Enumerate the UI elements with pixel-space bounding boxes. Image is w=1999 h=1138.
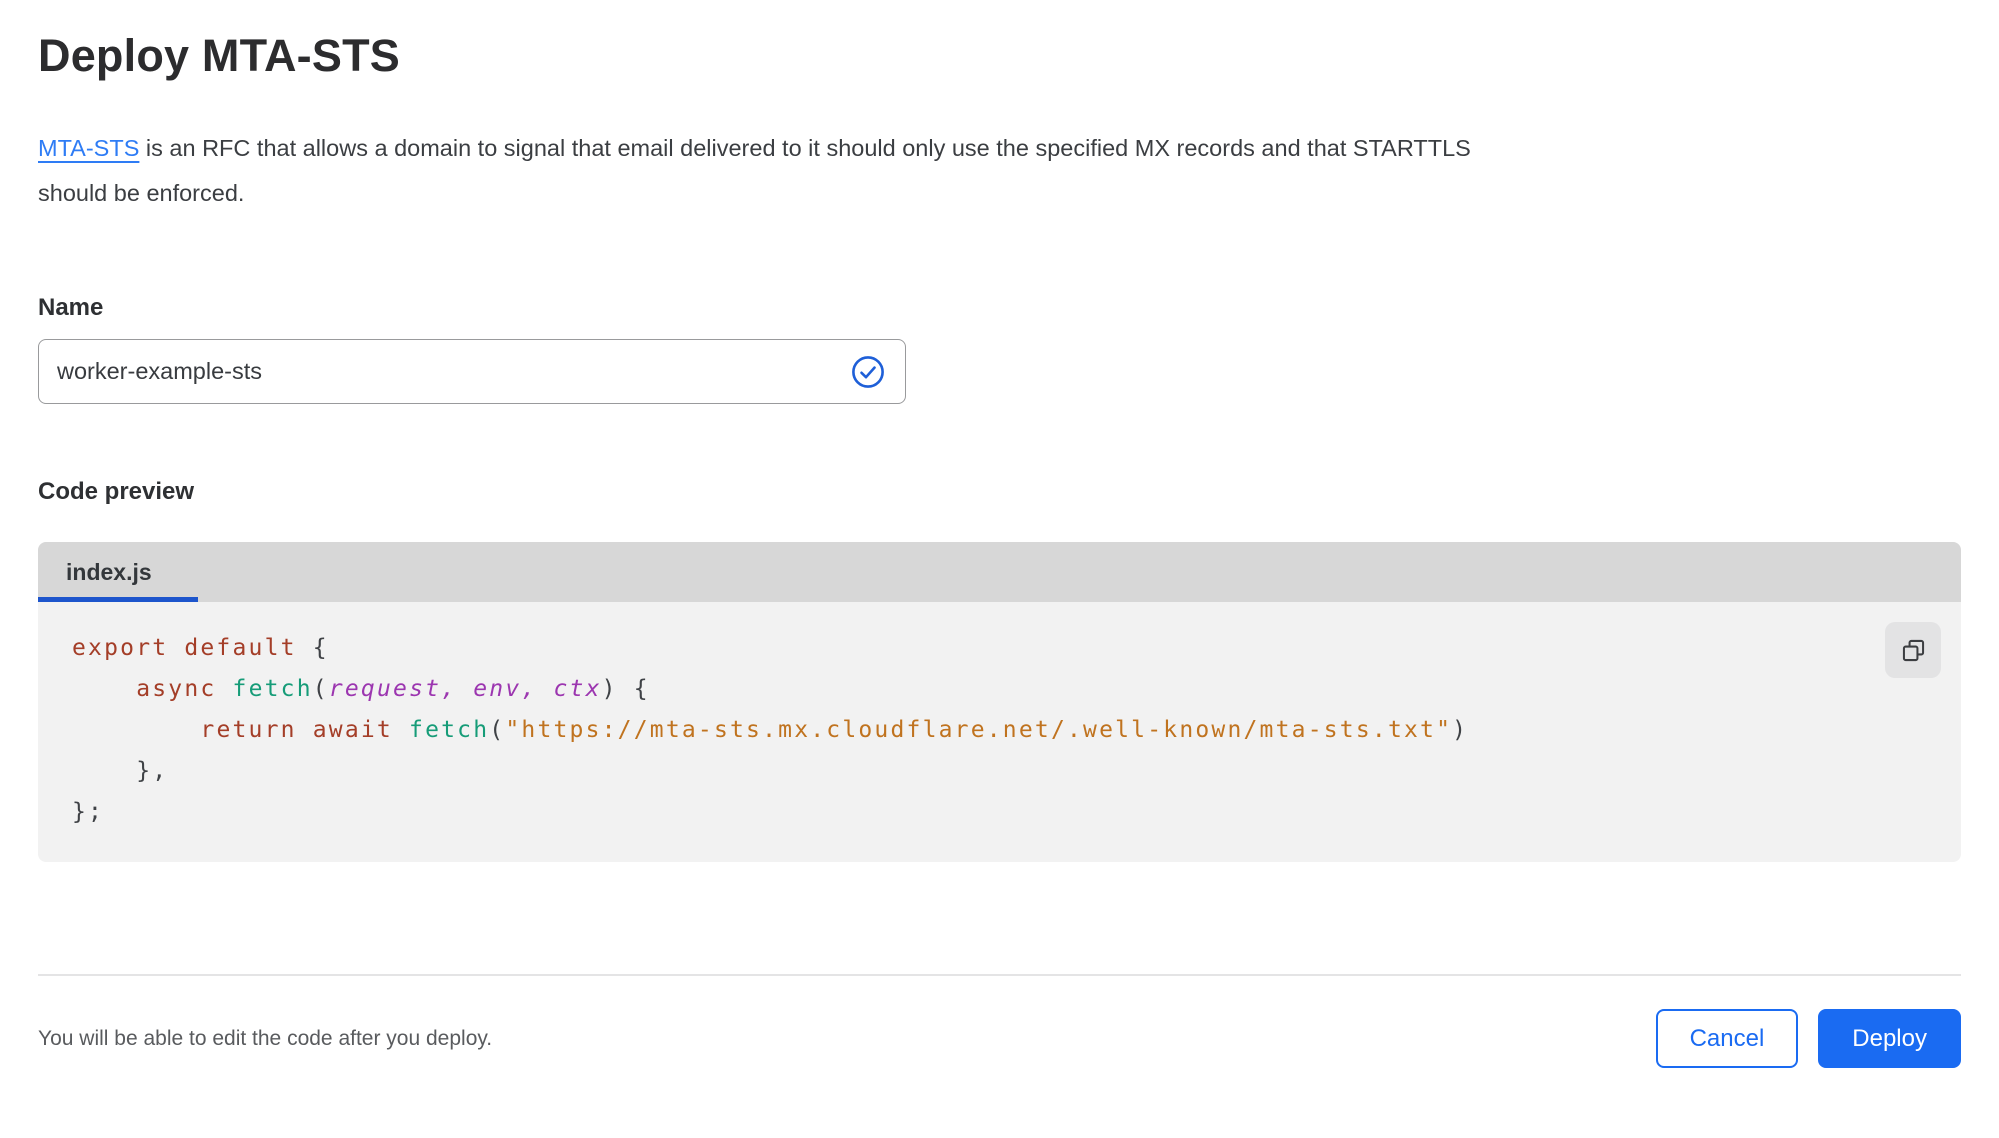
code-lines: export default { async fetch(request, en…	[72, 628, 1881, 833]
deploy-button[interactable]: Deploy	[1818, 1009, 1961, 1068]
description-text-line1: is an RFC that allows a domain to signal…	[139, 135, 1471, 161]
code-preview-panel: index.js export default { async fetch(re…	[38, 542, 1961, 862]
name-input[interactable]	[39, 340, 905, 403]
deploy-mta-sts-page: Deploy MTA-STS MTA-STS is an RFC that al…	[0, 0, 1999, 1138]
code-tab-bar: index.js	[38, 542, 1961, 602]
page-description: MTA-STS is an RFC that allows a domain t…	[38, 126, 1961, 216]
cancel-button[interactable]: Cancel	[1655, 1009, 1799, 1068]
footer-note: You will be able to edit the code after …	[38, 1026, 493, 1050]
mta-sts-link[interactable]: MTA-STS	[38, 135, 139, 161]
code-preview-label: Code preview	[38, 478, 195, 505]
check-circle-icon	[852, 355, 884, 388]
footer: You will be able to edit the code after …	[38, 976, 1961, 1068]
code-line: async fetch(request, env, ctx) {	[136, 676, 650, 702]
code-line: };	[72, 799, 105, 825]
description-text-line2: should be enforced.	[38, 180, 245, 206]
name-input-container	[38, 339, 906, 404]
code-line: export default {	[72, 635, 329, 661]
tab-label: index.js	[66, 558, 152, 585]
code-line: },	[72, 758, 169, 784]
page-title: Deploy MTA-STS	[38, 30, 400, 81]
tab-index-js[interactable]: index.js	[38, 542, 198, 602]
copy-icon	[1902, 639, 1924, 661]
name-label: Name	[38, 294, 104, 321]
footer-actions: Cancel Deploy	[1655, 1009, 1961, 1068]
code-editor: export default { async fetch(request, en…	[38, 602, 1961, 862]
code-line: return await fetch("https://mta-sts.mx.c…	[200, 717, 1469, 743]
copy-code-button[interactable]	[1885, 622, 1941, 678]
